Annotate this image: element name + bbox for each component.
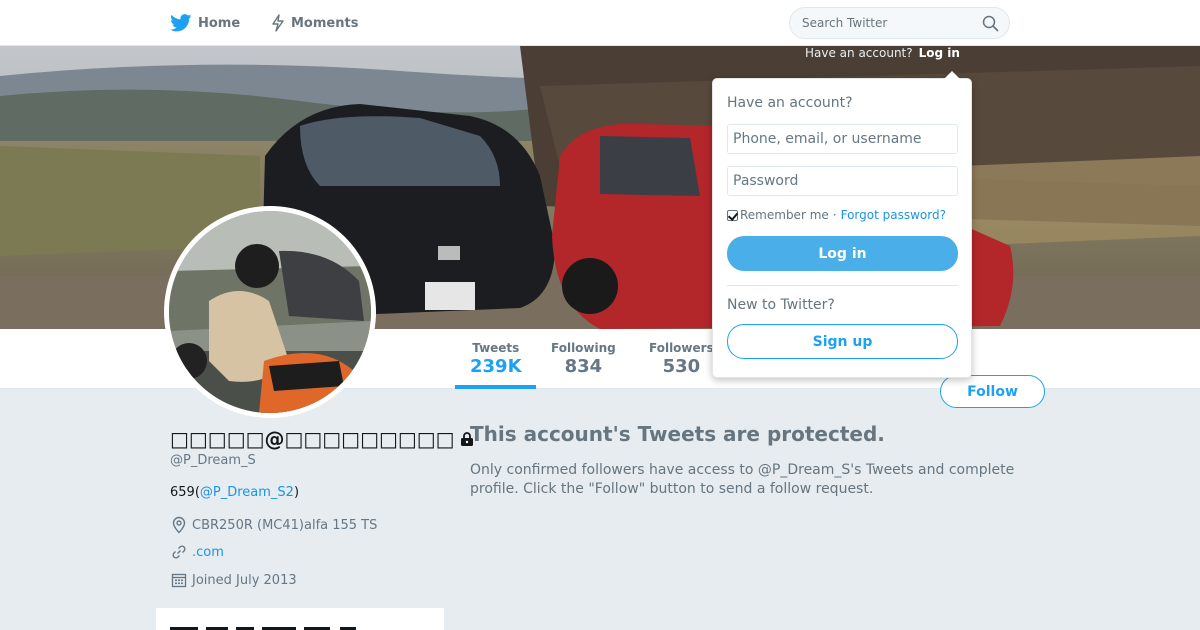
profile-joined-date: Joined July 2013 — [170, 572, 297, 588]
nav-moments-label: Moments — [291, 15, 359, 31]
stat-following-value: 834 — [564, 356, 603, 377]
forgot-password-link[interactable]: Forgot password? — [841, 208, 946, 222]
protected-title: This account's Tweets are protected. — [470, 422, 885, 446]
search-box — [789, 7, 1010, 39]
stat-followers[interactable]: Followers 530 — [649, 341, 714, 377]
login-button[interactable]: Log in — [727, 236, 958, 271]
profile-url: .com — [170, 544, 224, 560]
new-to-twitter-text: New to Twitter? — [727, 297, 835, 313]
header-login-prompt: Have an account? Log in — [805, 46, 960, 60]
stat-tweets-value: 239K — [470, 356, 522, 377]
password-field[interactable] — [727, 166, 958, 196]
display-name: □□□□□@□□□□□□□□□ — [170, 427, 475, 451]
profile-location: CBR250R (MC41)alfa 155 TS — [170, 516, 377, 534]
remember-row: Remember me · Forgot password? — [727, 208, 946, 222]
remember-me-checkbox[interactable] — [727, 209, 738, 221]
stat-followers-label: Followers — [649, 341, 714, 355]
dropdown-title: Have an account? — [727, 95, 853, 111]
screen-name[interactable]: @P_Dream_S — [170, 453, 256, 468]
stat-tweets[interactable]: Tweets 239K — [470, 341, 522, 377]
location-pin-icon — [170, 516, 188, 534]
search-input[interactable] — [802, 8, 977, 38]
joined-text: Joined July 2013 — [192, 572, 297, 588]
link-icon — [170, 544, 188, 560]
protected-description: Only confirmed followers have access to … — [470, 462, 1015, 497]
follow-button[interactable]: Follow — [940, 375, 1045, 408]
active-tab-indicator — [455, 385, 536, 389]
sidebar-card — [156, 608, 444, 630]
nav-moments[interactable]: Moments — [271, 0, 358, 46]
have-account-text: Have an account? — [805, 46, 913, 60]
dropdown-caret — [944, 71, 960, 79]
avatar[interactable] — [164, 206, 376, 418]
lightning-icon — [271, 14, 285, 32]
header-login-link[interactable]: Log in — [919, 46, 960, 60]
nav-home-label: Home — [198, 15, 241, 31]
bio-mention-link[interactable]: @P_Dream_S2 — [200, 485, 294, 500]
stat-tweets-label: Tweets — [472, 341, 520, 355]
stat-following[interactable]: Following 834 — [551, 341, 616, 377]
search-icon[interactable] — [982, 15, 999, 36]
login-dropdown: Have an account? Remember me · Forgot pa… — [712, 71, 972, 378]
calendar-icon — [170, 572, 188, 588]
display-name-text: □□□□□@□□□□□□□□□ — [170, 427, 455, 451]
profile-bio: 659(@P_Dream_S2) — [170, 485, 299, 500]
nav-home[interactable]: Home — [170, 0, 240, 46]
location-text: CBR250R (MC41)alfa 155 TS — [192, 517, 378, 533]
dropdown-divider — [727, 285, 958, 286]
username-field[interactable] — [727, 124, 958, 154]
signup-button[interactable]: Sign up — [727, 324, 958, 359]
separator-dot: · — [832, 208, 837, 222]
twitter-bird-icon — [170, 14, 192, 32]
remember-me-label[interactable]: Remember me — [740, 208, 829, 222]
bio-suffix: ) — [293, 485, 300, 500]
card-title-cutoff — [170, 627, 356, 630]
stat-following-label: Following — [551, 341, 616, 355]
url-link[interactable]: .com — [192, 545, 224, 560]
bio-prefix: 659( — [170, 485, 200, 500]
stat-followers-value: 530 — [662, 356, 701, 377]
top-navigation-bar: Home Moments — [0, 0, 1200, 46]
